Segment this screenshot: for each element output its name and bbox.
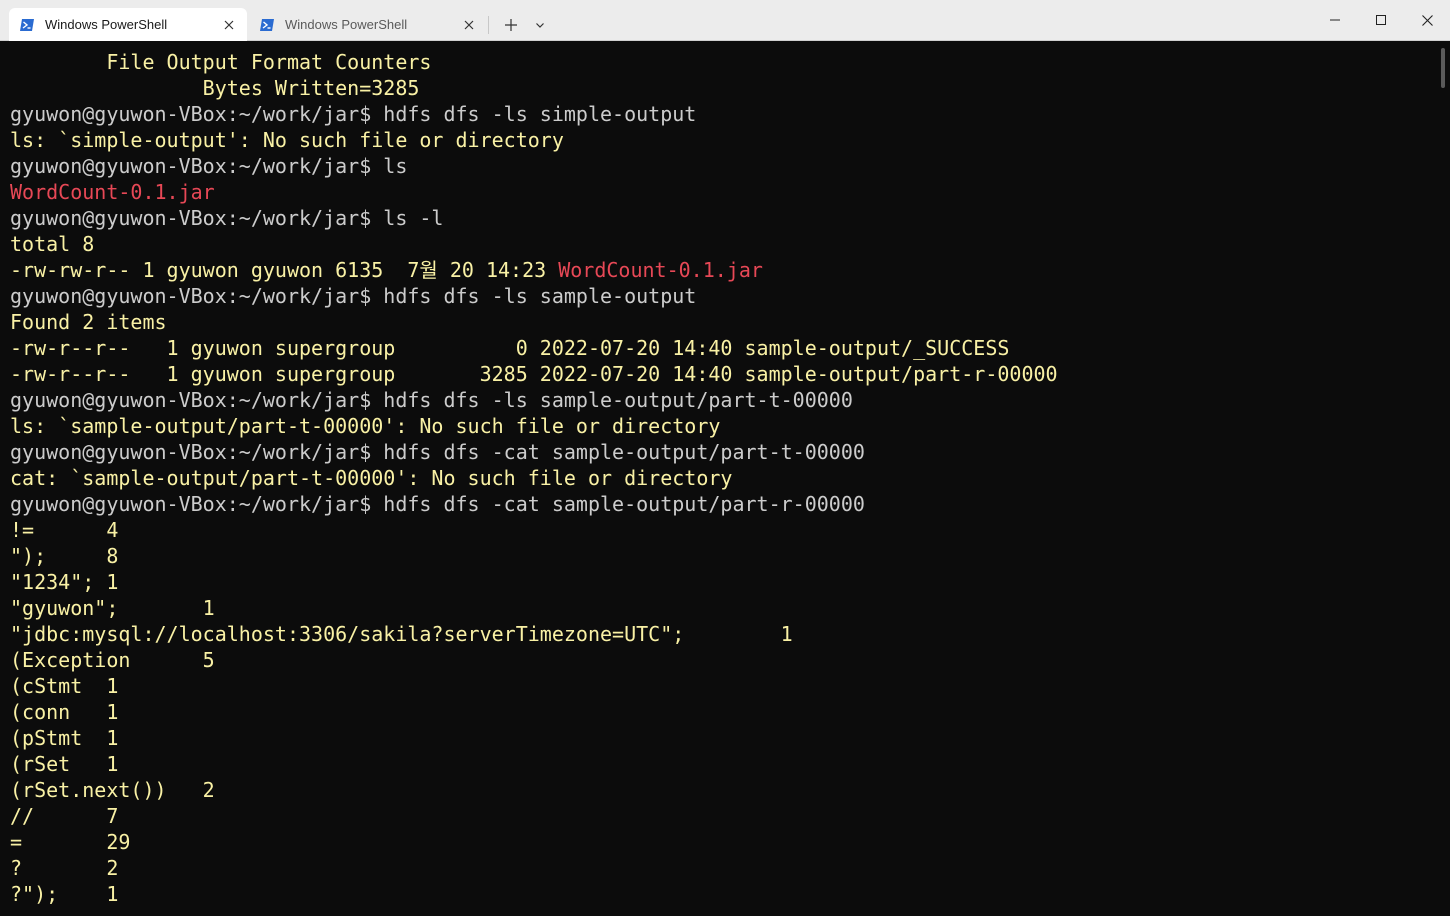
- terminal-line: WordCount-0.1.jar: [10, 179, 215, 205]
- terminal-text: (cStmt 1: [10, 674, 119, 698]
- terminal-text: (rSet 1: [10, 752, 119, 776]
- close-tab-icon[interactable]: [221, 17, 237, 33]
- terminal-text: gyuwon@gyuwon-VBox:~/work/jar$ hdfs dfs …: [10, 440, 865, 464]
- terminal-text: (rSet.next()) 2: [10, 778, 215, 802]
- tab-windows-powershell-1[interactable]: Windows PowerShell: [9, 8, 247, 41]
- tab-label: Windows PowerShell: [285, 17, 408, 32]
- terminal-line: -rw-rw-r-- 1 gyuwon gyuwon 6135 7월 20 14…: [10, 257, 763, 283]
- terminal-text: gyuwon@gyuwon-VBox:~/work/jar$ hdfs dfs …: [10, 102, 697, 126]
- close-icon: [1421, 14, 1433, 26]
- terminal-text: -rw-rw-r-- 1 gyuwon gyuwon 6135 7월 20 14…: [10, 258, 559, 282]
- terminal-text: (Exception 5: [10, 648, 215, 672]
- terminal-line: (rSet.next()) 2: [10, 777, 215, 803]
- terminal-line: gyuwon@gyuwon-VBox:~/work/jar$ hdfs dfs …: [10, 491, 865, 517]
- terminal-text: gyuwon@gyuwon-VBox:~/work/jar$ hdfs dfs …: [10, 388, 853, 412]
- terminal-text: cat: `sample-output/part-t-00000': No su…: [10, 466, 733, 490]
- terminal-text: "gyuwon"; 1: [10, 596, 215, 620]
- chevron-down-icon: [536, 23, 544, 28]
- terminal-text: // 7: [10, 804, 119, 828]
- terminal-line: (Exception 5: [10, 647, 215, 673]
- terminal-text: != 4: [10, 518, 119, 542]
- terminal-line: cat: `sample-output/part-t-00000': No su…: [10, 465, 732, 491]
- close-window-button[interactable]: [1404, 0, 1450, 40]
- terminal-text: gyuwon@gyuwon-VBox:~/work/jar$ ls -l: [10, 206, 444, 230]
- terminal-line: gyuwon@gyuwon-VBox:~/work/jar$ hdfs dfs …: [10, 439, 865, 465]
- maximize-button[interactable]: [1358, 0, 1404, 40]
- terminal-line: gyuwon@gyuwon-VBox:~/work/jar$ hdfs dfs …: [10, 283, 696, 309]
- tab-windows-powershell-2[interactable]: Windows PowerShell: [249, 8, 487, 41]
- terminal-text: "jdbc:mysql://localhost:3306/sakila?serv…: [10, 622, 793, 646]
- terminal-line: Bytes Written=3285: [10, 75, 420, 101]
- terminal-text: (pStmt 1: [10, 726, 119, 750]
- terminal-text: ls: `sample-output/part-t-00000': No suc…: [10, 414, 721, 438]
- powershell-icon: [19, 17, 35, 33]
- terminal-line: (rSet 1: [10, 751, 118, 777]
- terminal-text: gyuwon@gyuwon-VBox:~/work/jar$ hdfs dfs …: [10, 284, 697, 308]
- terminal-text: ? 2: [10, 856, 119, 880]
- terminal-text: WordCount-0.1.jar: [558, 258, 763, 282]
- title-bar: Windows PowerShell Windows PowerShell: [0, 0, 1450, 41]
- terminal-line: Found 2 items: [10, 309, 167, 335]
- terminal-text: total 8: [10, 232, 95, 256]
- terminal-text: gyuwon@gyuwon-VBox:~/work/jar$ hdfs dfs …: [10, 492, 865, 516]
- terminal-line: (pStmt 1: [10, 725, 118, 751]
- tab-divider: [488, 16, 489, 34]
- close-tab-icon[interactable]: [461, 17, 477, 33]
- terminal-line: (conn 1: [10, 699, 118, 725]
- terminal-line: "jdbc:mysql://localhost:3306/sakila?serv…: [10, 621, 793, 647]
- terminal-line: gyuwon@gyuwon-VBox:~/work/jar$ hdfs dfs …: [10, 387, 853, 413]
- minimize-icon: [1330, 19, 1340, 21]
- terminal-line: ls: `sample-output/part-t-00000': No suc…: [10, 413, 720, 439]
- terminal-line: != 4: [10, 517, 118, 543]
- terminal-line: // 7: [10, 803, 118, 829]
- terminal-line: ls: `simple-output': No such file or dir…: [10, 127, 564, 153]
- terminal-text: Found 2 items: [10, 310, 167, 334]
- terminal-line: File Output Format Counters: [10, 49, 431, 75]
- terminal-line: ? 2: [10, 855, 118, 881]
- terminal-line: gyuwon@gyuwon-VBox:~/work/jar$ ls: [10, 153, 407, 179]
- terminal-text: ls: `simple-output': No such file or dir…: [10, 128, 564, 152]
- tab-label: Windows PowerShell: [45, 17, 168, 32]
- terminal-line: gyuwon@gyuwon-VBox:~/work/jar$ ls -l: [10, 205, 443, 231]
- new-tab-button[interactable]: [500, 15, 522, 35]
- terminal-text: "); 8: [10, 544, 119, 568]
- terminal-output[interactable]: File Output Format Counters Bytes Writte…: [0, 41, 1440, 916]
- terminal-text: gyuwon@gyuwon-VBox:~/work/jar$ ls: [10, 154, 408, 178]
- terminal-text: "1234"; 1: [10, 570, 119, 594]
- tab-dropdown-button[interactable]: [530, 15, 550, 35]
- terminal-text: Bytes Written=3285: [10, 76, 420, 100]
- terminal-line: (cStmt 1: [10, 673, 118, 699]
- scrollbar-thumb[interactable]: [1441, 48, 1445, 88]
- terminal-text: -rw-r--r-- 1 gyuwon supergroup 0 2022-07…: [10, 336, 1010, 360]
- terminal-text: (conn 1: [10, 700, 119, 724]
- terminal-line: "1234"; 1: [10, 569, 118, 595]
- terminal-line: -rw-r--r-- 1 gyuwon supergroup 0 2022-07…: [10, 335, 1009, 361]
- terminal-line: "gyuwon"; 1: [10, 595, 215, 621]
- terminal-text: File Output Format Counters: [10, 50, 432, 74]
- powershell-icon: [259, 17, 275, 33]
- minimize-button[interactable]: [1312, 0, 1358, 40]
- terminal-line: total 8: [10, 231, 94, 257]
- maximize-icon: [1376, 15, 1386, 25]
- terminal-text: -rw-r--r-- 1 gyuwon supergroup 3285 2022…: [10, 362, 1058, 386]
- terminal-line: gyuwon@gyuwon-VBox:~/work/jar$ hdfs dfs …: [10, 101, 696, 127]
- terminal-text: ?"); 1: [10, 882, 119, 906]
- terminal-line: ?"); 1: [10, 881, 118, 907]
- terminal-line: -rw-r--r-- 1 gyuwon supergroup 3285 2022…: [10, 361, 1058, 387]
- terminal-line: = 29: [10, 829, 130, 855]
- plus-icon: [505, 19, 517, 31]
- terminal-text: = 29: [10, 830, 131, 854]
- terminal-line: "); 8: [10, 543, 118, 569]
- terminal-text: WordCount-0.1.jar: [10, 180, 215, 204]
